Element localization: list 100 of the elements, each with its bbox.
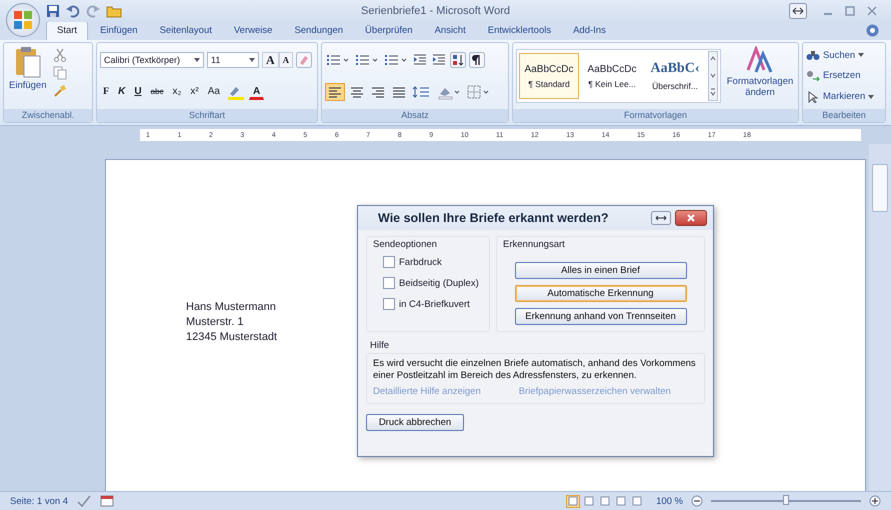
eraser-icon[interactable] bbox=[296, 52, 312, 68]
indent-icon[interactable] bbox=[412, 52, 428, 68]
sort-icon[interactable] bbox=[450, 52, 466, 68]
view-button[interactable] bbox=[566, 494, 580, 508]
office-button[interactable] bbox=[6, 3, 40, 37]
group-label: Bearbeiten bbox=[803, 109, 885, 122]
ribbon-tab[interactable]: Start bbox=[46, 21, 88, 40]
change-styles-button[interactable]: Formatvorlagen ändern bbox=[725, 46, 795, 106]
ribbon-tab[interactable]: Sendungen bbox=[284, 22, 354, 40]
option-button[interactable]: Automatische Erkennung bbox=[514, 285, 686, 302]
style-tile[interactable]: AaBbCcDc ¶ Standard bbox=[519, 53, 579, 99]
dropdown-icon bbox=[194, 58, 200, 62]
style-tile[interactable]: AaBbC‹ Überschrif... bbox=[645, 53, 705, 99]
close-button[interactable] bbox=[675, 210, 707, 226]
letters-icon bbox=[746, 46, 774, 74]
ribbon-tab[interactable]: Seitenlayout bbox=[150, 22, 222, 40]
undo-icon[interactable] bbox=[66, 4, 80, 18]
binoculars-icon bbox=[806, 49, 820, 62]
font-size-field[interactable]: 11 bbox=[207, 52, 259, 68]
address-line: Musterstr. 1 bbox=[186, 315, 244, 330]
section-title: Erkennungsart bbox=[503, 239, 565, 250]
window-title: Serienbriefe1 - Microsoft Word bbox=[360, 5, 511, 17]
checkbox-label: Beidseitig (Duplex) bbox=[399, 278, 479, 288]
cancel-button[interactable]: Druck abbrechen bbox=[366, 414, 464, 431]
format-button[interactable]: abc bbox=[148, 84, 166, 100]
cursor-icon bbox=[806, 90, 820, 103]
copy-icon[interactable] bbox=[52, 66, 67, 80]
style-sample: AaBbCcDc bbox=[524, 64, 574, 74]
group-label: Schriftart bbox=[97, 109, 317, 122]
format-button[interactable]: x₂ bbox=[169, 84, 184, 100]
help-icon[interactable] bbox=[866, 24, 879, 37]
grow-font-button[interactable]: A bbox=[262, 52, 279, 68]
dropdown-icon bbox=[858, 53, 864, 58]
highlighter-icon[interactable] bbox=[226, 84, 246, 100]
format-button[interactable]: x² bbox=[187, 84, 202, 100]
ribbon-tab[interactable]: Verweise bbox=[224, 22, 282, 40]
scissors-icon[interactable] bbox=[52, 48, 67, 62]
checkbox[interactable] bbox=[383, 256, 395, 268]
style-sample: AaBbC‹ bbox=[650, 61, 700, 77]
ribbon-tab[interactable]: Ansicht bbox=[424, 22, 476, 40]
address-line: 12345 Musterstadt bbox=[186, 330, 278, 345]
checkbox[interactable] bbox=[383, 277, 395, 289]
zoom-in-icon[interactable] bbox=[869, 495, 881, 507]
font-color-button[interactable]: A bbox=[248, 84, 264, 100]
dropdown-icon bbox=[868, 94, 874, 99]
align-icon[interactable] bbox=[325, 82, 345, 100]
font-family-field[interactable]: Calibri (Textkörper) bbox=[100, 52, 204, 68]
checkbox[interactable] bbox=[383, 298, 395, 310]
zoom-out-icon[interactable] bbox=[691, 495, 703, 507]
ribbon-tab[interactable]: Überprüfen bbox=[355, 22, 423, 40]
clipboard-icon bbox=[14, 46, 41, 78]
maximize-icon[interactable] bbox=[845, 6, 855, 16]
group-label: Formatvorlagen bbox=[513, 109, 798, 122]
zoom-level[interactable]: 100 % bbox=[656, 496, 683, 506]
editing-button[interactable]: Markieren bbox=[806, 90, 874, 103]
style-name: Überschrif... bbox=[652, 81, 698, 91]
close-icon[interactable] bbox=[867, 6, 877, 16]
paste-button[interactable]: Einfügen bbox=[7, 46, 49, 106]
border-icon[interactable] bbox=[465, 84, 491, 100]
checkbox-label: Farbdruck bbox=[399, 256, 442, 268]
editing-button[interactable]: Suchen bbox=[806, 49, 864, 62]
page-count[interactable]: Seite: 1 von 4 bbox=[10, 496, 68, 506]
proofing-icon[interactable] bbox=[76, 494, 92, 508]
resize-icon[interactable] bbox=[789, 3, 807, 19]
format-button[interactable]: K bbox=[115, 84, 128, 100]
vertical-scrollbar[interactable] bbox=[869, 144, 891, 491]
checkbox-label: in C4-Briefkuvert bbox=[399, 298, 470, 310]
style-tile[interactable]: AaBbCcDc ¶ Kein Lee... bbox=[582, 53, 642, 99]
group-label: Zwischenabl. bbox=[4, 109, 92, 122]
save-icon[interactable] bbox=[46, 4, 60, 18]
format-button[interactable]: F bbox=[100, 84, 112, 100]
ribbon-tab[interactable]: Entwicklertools bbox=[478, 22, 562, 40]
address-line: Hans Mustermann bbox=[186, 300, 276, 315]
option-button[interactable]: Erkennung anhand von Trennseiten bbox=[514, 308, 686, 325]
group-label: Absatz bbox=[322, 109, 508, 122]
pilcrow-icon[interactable] bbox=[469, 52, 485, 68]
redo-icon[interactable] bbox=[86, 4, 100, 18]
editing-button[interactable]: Ersetzen bbox=[806, 70, 860, 82]
style-sample: AaBbCcDc bbox=[588, 64, 636, 74]
view-button[interactable] bbox=[630, 494, 644, 508]
format-button[interactable]: U bbox=[131, 84, 145, 100]
shrink-font-button[interactable]: A bbox=[278, 52, 294, 68]
ribbon-tab[interactable]: Einfügen bbox=[90, 22, 148, 40]
brush-icon[interactable] bbox=[52, 84, 67, 98]
folder-icon[interactable] bbox=[106, 4, 122, 18]
option-button[interactable]: Alles in einen Brief bbox=[514, 262, 686, 279]
section-title: Sendeoptionen bbox=[373, 239, 438, 250]
resize-icon[interactable] bbox=[651, 211, 671, 225]
ribbon-tab[interactable]: Add-Ins bbox=[563, 22, 616, 40]
dialog-title: Wie sollen Ihre Briefe erkannt werden? bbox=[378, 211, 610, 225]
view-button[interactable] bbox=[598, 494, 612, 508]
view-button[interactable] bbox=[582, 494, 596, 508]
view-button[interactable] bbox=[614, 494, 628, 508]
indent-icon[interactable] bbox=[431, 52, 447, 68]
gallery-scroll-icon[interactable] bbox=[708, 51, 718, 101]
style-name: ¶ Standard bbox=[528, 78, 570, 88]
style-name: ¶ Kein Lee... bbox=[588, 78, 636, 88]
format-button[interactable]: Aa bbox=[204, 84, 223, 100]
macro-icon[interactable] bbox=[100, 495, 114, 507]
dropdown-icon bbox=[249, 58, 255, 62]
